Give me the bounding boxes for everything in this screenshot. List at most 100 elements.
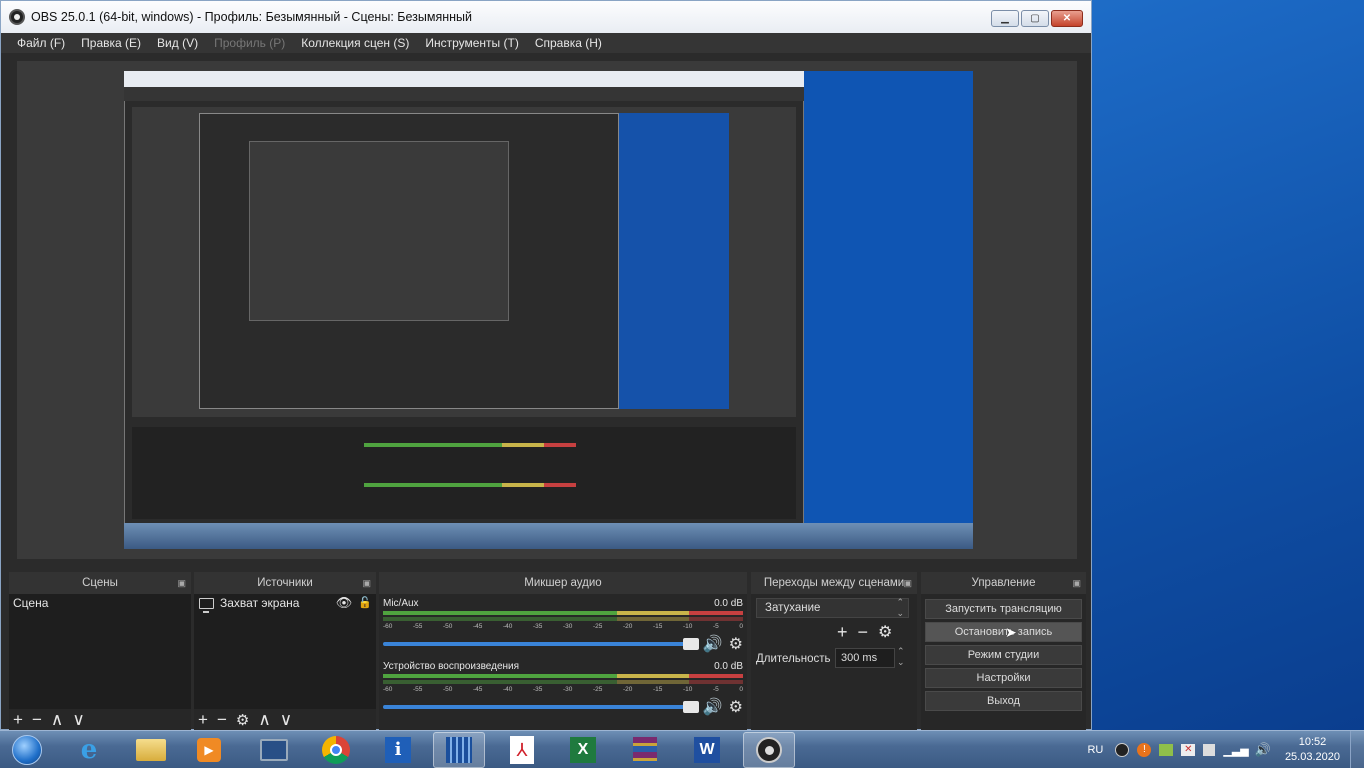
menu-help[interactable]: Справка (H) [535,36,602,50]
menu-scene-collection[interactable]: Коллекция сцен (S) [301,36,409,50]
close-button[interactable]: ✕ [1051,10,1083,27]
mixer-dock: Микшер аудио Mic/Aux 0.0 dB -60 -55 -50 -45-… [379,572,747,731]
preview-canvas[interactable] [17,61,1077,559]
gear-icon[interactable]: ⚙ [729,697,743,717]
winrar-icon[interactable] [619,732,671,768]
language-indicator[interactable]: RU [1087,744,1103,756]
move-down-button[interactable]: ∨ [280,710,292,730]
remove-scene-button[interactable]: − [32,710,42,730]
add-scene-button[interactable]: + [13,710,23,730]
sources-list: Захват экрана 👁 🔓 [194,594,376,709]
obs-icon[interactable] [743,732,795,768]
word-icon[interactable]: W [681,732,733,768]
minimize-button[interactable]: ▁ [991,10,1019,27]
ie-icon[interactable]: e [63,732,115,768]
duration-input[interactable]: 300 ms [835,648,895,668]
source-item[interactable]: Захват экрана 👁 🔓 [194,594,376,613]
info-icon[interactable]: i [372,732,424,768]
menu-tools[interactable]: Инструменты (T) [425,36,518,50]
speaker-icon[interactable]: 🔊 [703,697,723,717]
start-button[interactable] [2,732,52,768]
mixer-channel-mic: Mic/Aux 0.0 dB -60 -55 -50 -45 -40 -35 -30 -25 -2… [383,598,743,654]
explorer-icon[interactable] [125,732,177,768]
sources-dock: Источники ▣ Захват экрана 👁 🔓 + − ⚙ ∧ ∨ [194,572,376,731]
transitions-title: Переходы между сценами [763,577,905,589]
pdf-icon[interactable]: ⅄ [496,732,548,768]
add-transition-button[interactable]: + [837,622,848,643]
meter-ticks: -60 -55 -50 -45 -40 -35 -30 -25 -20 -15 -10 -5 0 [383,686,743,693]
select-arrows-icon: ⌃ ⌄ [896,597,904,618]
scenes-list: Сцена [9,594,191,709]
channel-db: 0.0 dB [714,598,743,609]
transition-select[interactable]: Затухание ⌃ ⌄ [756,597,909,618]
float-icon[interactable]: ▣ [177,572,186,594]
sources-toolbar: + − ⚙ ∧ ∨ [194,709,376,731]
show-desktop-button[interactable] [1350,731,1364,768]
float-icon[interactable]: ▣ [1072,572,1081,594]
float-icon[interactable]: ▣ [362,572,371,594]
speaker-icon[interactable]: 🔊 [703,634,723,654]
clock-time: 10:52 [1298,736,1327,748]
title-bar: OBS 25.0.1 (64-bit, windows) - Профиль: … [1,1,1091,33]
warning-icon[interactable]: ! [1137,743,1152,757]
signal-icon[interactable]: ▁▃▅ [1223,744,1248,757]
windows-orb-icon [12,735,42,765]
menu-view[interactable]: Вид (V) [157,36,198,50]
add-source-button[interactable]: + [198,710,208,730]
stop-recording-button[interactable]: Остановить запись [925,622,1082,642]
controls-title: Управление [971,577,1036,589]
volume-slider[interactable] [383,701,699,713]
level-meter [383,617,743,621]
eye-icon[interactable]: 👁 [336,594,353,612]
menu-file[interactable]: Файл (F) [17,36,65,50]
volume-tray-icon[interactable]: 🔊 [1255,742,1271,758]
studio-mode-button[interactable]: Режим студии [925,645,1082,665]
slider-knob[interactable] [682,701,699,713]
channel-name: Устройство воспроизведения [383,661,520,672]
exit-button[interactable]: Выход [925,691,1082,711]
menu-edit[interactable]: Правка (E) [81,36,141,50]
maximize-button[interactable]: ▢ [1021,10,1049,27]
sources-title: Источники [257,577,313,589]
obs-tray-icon[interactable] [1115,743,1130,757]
lock-icon[interactable]: 🔓 [358,594,372,612]
move-down-button[interactable]: ∨ [72,710,84,730]
volume-slider[interactable] [383,638,699,650]
nested-screen-capture [124,71,973,549]
source-properties-button[interactable]: ⚙ [236,711,249,729]
remove-transition-button[interactable]: − [858,622,869,643]
excel-icon[interactable]: X [557,732,609,768]
chrome-icon[interactable] [310,732,362,768]
monitor-icon [199,597,214,613]
remote-desktop-icon[interactable] [248,732,300,768]
scene-item[interactable]: Сцена [9,594,191,612]
gear-icon[interactable]: ⚙ [729,634,743,654]
controls-dock: Управление ▣ Запустить трансляцию Останов… [921,572,1086,731]
move-up-button[interactable]: ∧ [258,710,270,730]
move-up-button[interactable]: ∧ [51,710,63,730]
start-streaming-button[interactable]: Запустить трансляцию [925,599,1082,619]
clock[interactable]: 10:52 25.03.2020 [1285,735,1340,765]
level-meter [383,611,743,615]
scenes-dock: Сцены ▣ Сцена + − ∧ ∨ [9,572,191,731]
usb-icon[interactable] [1203,744,1216,756]
settings-button[interactable]: Настройки [925,668,1082,688]
action-center-icon[interactable]: ✕ [1181,744,1196,756]
duration-spinner-icon[interactable]: ⌃ ⌄ [897,646,905,668]
float-icon[interactable]: ▣ [903,572,912,594]
media-player-icon[interactable]: ▶ [183,732,235,768]
transition-properties-button[interactable]: ⚙ [878,622,892,643]
network-tray-icon[interactable] [1159,744,1174,756]
menu-profile[interactable]: Профиль (P) [214,36,285,50]
system-tray: RU ! ✕ ▁▃▅ 🔊 10:52 25.03.2020 [1087,731,1344,768]
mixer-title: Микшер аудио [524,577,602,589]
calculator-icon[interactable] [433,732,485,768]
clock-date: 25.03.2020 [1284,751,1340,763]
slider-knob[interactable] [682,638,699,650]
mouse-cursor-icon: ➤ [1005,624,1017,640]
remove-source-button[interactable]: − [217,710,227,730]
duration-label: Длительность [756,653,831,665]
channel-name: Mic/Aux [383,598,419,609]
menu-bar: Файл (F) Правка (E) Вид (V) Профиль (P) … [1,33,1091,53]
level-meter [383,680,743,684]
